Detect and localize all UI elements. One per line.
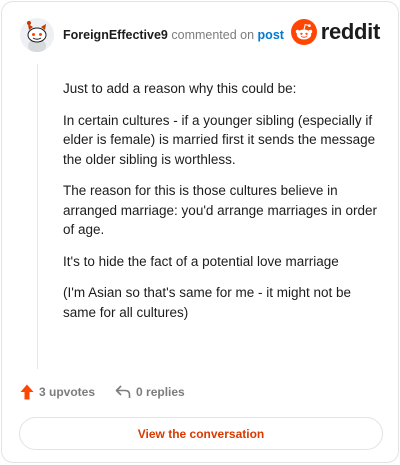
- comment-body: Just to add a reason why this could be: …: [63, 79, 383, 334]
- comment-attribution: ForeignEffective9 commented on post: [63, 28, 284, 42]
- snoo-avatar-icon[interactable]: [20, 18, 54, 52]
- reply-button[interactable]: 0 replies: [115, 385, 185, 399]
- thread-line: [37, 64, 38, 369]
- comment-paragraph: In certain cultures - if a younger sibli…: [63, 112, 376, 167]
- comment-paragraph: Just to add a reason why this could be:: [63, 81, 297, 96]
- reddit-wordmark: reddit: [320, 19, 381, 44]
- comment-actions: 3 upvotes 0 replies: [20, 384, 185, 400]
- upvote-button[interactable]: 3 upvotes: [20, 384, 95, 400]
- upvote-count: 3 upvotes: [39, 385, 96, 399]
- reddit-alien-icon: [290, 19, 317, 45]
- view-conversation-button[interactable]: View the conversation: [19, 417, 383, 450]
- comment-paragraph: It's to hide the fact of a potential lov…: [63, 253, 339, 269]
- action-text: commented on: [171, 28, 255, 42]
- reddit-logo[interactable]: reddit: [290, 19, 381, 45]
- reply-arrow-icon: [115, 385, 131, 398]
- upvote-arrow-icon: [20, 384, 34, 400]
- post-link[interactable]: post: [258, 28, 284, 42]
- comment-paragraph: (I'm Asian so that's same for me - it mi…: [63, 285, 352, 320]
- comment-paragraph: The reason for this is those cultures be…: [63, 183, 377, 237]
- username-link[interactable]: ForeignEffective9: [63, 28, 168, 42]
- reply-count: 0 replies: [136, 385, 185, 399]
- comment-embed-card: ForeignEffective9 commented on post redd…: [1, 1, 399, 463]
- comment-header: ForeignEffective9 commented on post redd…: [20, 18, 380, 54]
